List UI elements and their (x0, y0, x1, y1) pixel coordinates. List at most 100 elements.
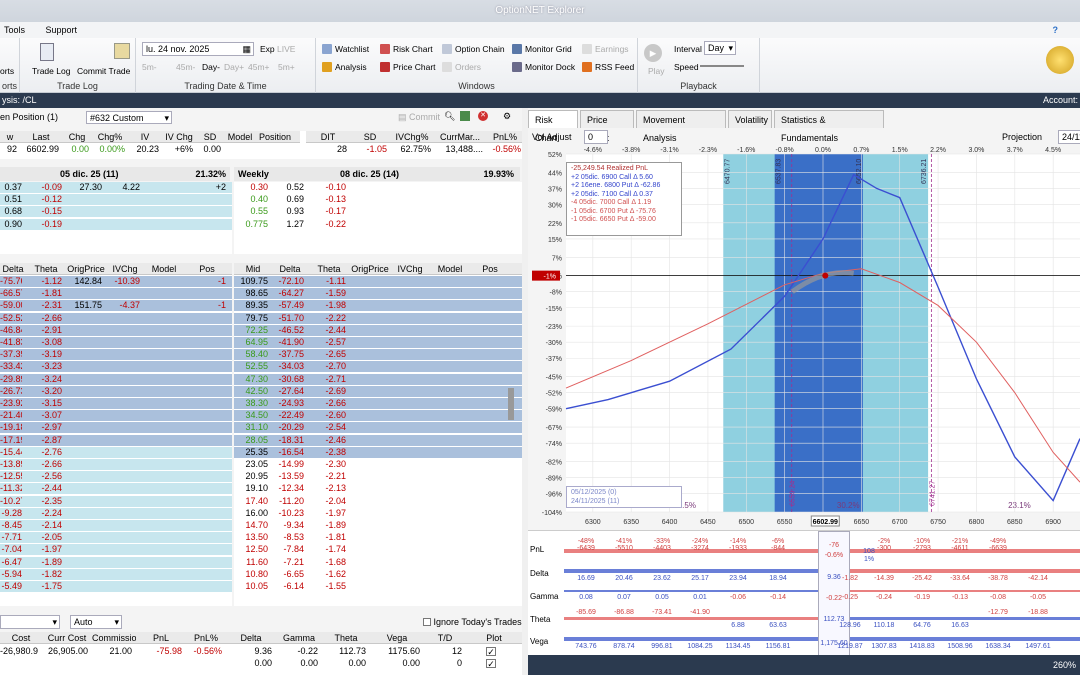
table-row[interactable]: -29.89 -3.24 (0, 373, 232, 385)
tab-statistics-fundamentals[interactable]: Statistics & Fundamentals (774, 110, 884, 143)
price-chart-button[interactable]: Price Chart (380, 62, 436, 72)
reports-button[interactable]: orts (0, 66, 14, 76)
table-row[interactable]: -15.44 -2.76 (0, 446, 232, 458)
table-row[interactable]: 19.10 -12.34 -2.13 (234, 483, 522, 495)
table-row[interactable]: 0.55 0.93 -0.17 (234, 206, 522, 218)
speed-slider[interactable] (700, 65, 744, 67)
interval-select[interactable]: Day ▾ (704, 41, 736, 55)
table-row[interactable]: 0.40 0.69 -0.13 (234, 194, 522, 206)
help-icon[interactable]: ? (1053, 22, 1059, 38)
calendar-icon[interactable]: ▦ (242, 43, 251, 55)
risk-chart-button[interactable]: Risk Chart (380, 44, 433, 54)
table-row[interactable]: -19.18 -2.97 (0, 422, 232, 434)
orders-button[interactable]: Orders (442, 62, 481, 72)
tab-movement-analysis[interactable]: Movement Analysis (636, 110, 726, 143)
table-row[interactable]: -5.49 -1.75 (0, 581, 232, 592)
step-back-5m[interactable]: 5m- (142, 62, 157, 72)
commit-button[interactable]: ▤ Commit (398, 112, 440, 123)
table-row[interactable]: -33.42 -3.23 (0, 361, 232, 373)
table-row[interactable]: -52.52 -2.66 (0, 312, 232, 324)
plot-checkbox[interactable]: ✓ (486, 659, 496, 668)
table-row[interactable]: 52.55 -34.03 -2.70 (234, 361, 522, 373)
table-row[interactable]: -37.39 -3.19 (0, 349, 232, 361)
auto-select[interactable]: Auto ▾ (70, 615, 122, 629)
trading-date-field[interactable]: lu. 24 nov. 2025 ▦ (142, 42, 254, 56)
commit-trade-button[interactable]: Commit Trade (77, 66, 130, 76)
table-row[interactable]: -7.71 -2.05 (0, 532, 232, 544)
close-icon[interactable]: ✕ (478, 111, 488, 121)
table-row[interactable]: 0.775 1.27 -0.22 (234, 218, 522, 230)
table-row[interactable]: -75.76 -1.12 142.84 -10.39 -1 (0, 276, 232, 287)
table-row[interactable]: 28.05 -18.31 -2.46 (234, 434, 522, 446)
earnings-button[interactable]: Earnings (582, 44, 629, 54)
table-row[interactable]: 38.30 -24.93 -2.66 (234, 398, 522, 409)
table-row[interactable]: -46.84 -2.91 (0, 324, 232, 336)
step-forward-45m[interactable]: 45m+ (248, 62, 270, 72)
watchlist-button[interactable]: Watchlist (322, 44, 369, 54)
table-row[interactable]: 0.90 -0.19 (0, 218, 232, 230)
gear-icon[interactable]: ⚙ (503, 111, 511, 122)
account-tab[interactable]: Account: (1043, 93, 1078, 108)
table-row[interactable]: 34.50 -22.49 -2.60 (234, 410, 522, 422)
step-back-day[interactable]: Day- (202, 62, 220, 72)
table-row[interactable]: -6.47 -1.89 (0, 556, 232, 568)
export-icon[interactable] (460, 111, 470, 121)
table-row[interactable]: -8.45 -2.14 (0, 520, 232, 531)
table-row[interactable]: -12.55 -2.56 (0, 471, 232, 483)
table-row[interactable]: 13.50 -8.53 -1.81 (234, 532, 522, 544)
table-row[interactable]: -9.28 -2.24 (0, 507, 232, 519)
table-row[interactable]: 16.00 -10.23 -1.97 (234, 507, 522, 519)
tab-risk-chart[interactable]: Risk Chart (528, 110, 578, 143)
rss-feed-button[interactable]: RSS Feed (582, 62, 634, 72)
play-icon[interactable]: ▶ (644, 44, 662, 62)
table-row[interactable]: 17.40 -11.20 -2.04 (234, 495, 522, 507)
menu-tools[interactable]: Tools (4, 25, 25, 35)
table-row[interactable]: -10.27 -2.35 (0, 495, 232, 507)
play-button[interactable]: Play (648, 66, 665, 76)
option-chain-button[interactable]: Option Chain (442, 44, 505, 54)
analysis-button[interactable]: Analysis (322, 62, 367, 72)
table-row[interactable]: 10.80 -6.65 -1.62 (234, 568, 522, 580)
table-row[interactable]: -11.32 -2.44 (0, 483, 232, 495)
model-select[interactable]: ▾ (0, 615, 60, 629)
step-forward-5m[interactable]: 5m+ (278, 62, 295, 72)
table-row[interactable]: 58.40 -37.75 -2.65 (234, 349, 522, 361)
table-row[interactable]: 25.35 -16.54 -2.38 (234, 446, 522, 458)
table-row[interactable]: 0.51 -0.12 (0, 194, 232, 206)
table-row[interactable]: -59.00 -2.31 151.75 -4.37 -1 (0, 300, 232, 312)
table-row[interactable]: -23.92 -3.15 (0, 398, 232, 409)
table-row[interactable]: -41.83 -3.08 (0, 337, 232, 348)
table-row[interactable]: 23.05 -14.99 -2.30 (234, 459, 522, 470)
table-row[interactable]: 89.35 -57.49 -1.98 (234, 300, 522, 312)
table-row[interactable]: 72.25 -46.52 -2.44 (234, 324, 522, 336)
table-row[interactable]: 109.75 -72.10 -1.11 (234, 276, 522, 287)
analysis-tab[interactable]: ysis: /CL (2, 93, 37, 108)
table-row[interactable]: 10.05 -6.14 -1.55 (234, 581, 522, 592)
scrollbar-thumb[interactable] (508, 388, 514, 420)
table-row[interactable]: 64.95 -41.90 -2.57 (234, 337, 522, 348)
table-row[interactable]: 42.50 -27.64 -2.69 (234, 385, 522, 397)
table-row[interactable]: -66.57 -1.81 (0, 288, 232, 300)
ignore-trades-checkbox[interactable]: Ignore Today's Trades (423, 617, 522, 627)
table-row[interactable]: -5.94 -1.82 (0, 568, 232, 580)
position-select[interactable]: #632 Custom ▾ (86, 111, 172, 124)
tab-price-chart[interactable]: Price Chart (580, 110, 634, 143)
table-row[interactable]: 47.30 -30.68 -2.71 (234, 373, 522, 385)
table-row[interactable]: 20.95 -13.59 -2.21 (234, 471, 522, 483)
table-row[interactable]: 31.10 -20.29 -2.54 (234, 422, 522, 434)
table-row[interactable]: 11.60 -7.21 -1.68 (234, 556, 522, 568)
menu-support[interactable]: Support (46, 25, 78, 35)
plot-checkbox[interactable]: ✓ (486, 647, 496, 656)
table-row[interactable]: -17.19 -2.87 (0, 434, 232, 446)
table-row[interactable]: -13.89 -2.66 (0, 459, 232, 470)
table-row[interactable]: -7.04 -1.97 (0, 544, 232, 556)
monitor-grid-button[interactable]: Monitor Grid (512, 44, 572, 54)
table-row[interactable]: 0.37 -0.09 27.30 4.22 +2 (0, 182, 232, 193)
exp-toggle[interactable]: Exp LIVE (260, 44, 295, 54)
table-row[interactable]: -21.40 -3.07 (0, 410, 232, 422)
table-row[interactable]: 79.75 -51.70 -2.22 (234, 312, 522, 324)
monitor-dock-button[interactable]: Monitor Dock (512, 62, 575, 72)
step-back-45m[interactable]: 45m- (176, 62, 195, 72)
tab-volatility[interactable]: Volatility (728, 110, 772, 128)
table-row[interactable]: 14.70 -9.34 -1.89 (234, 520, 522, 531)
